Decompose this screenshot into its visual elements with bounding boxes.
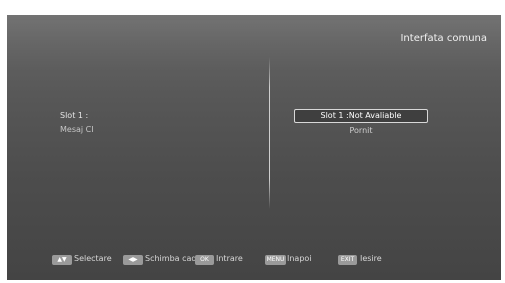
right-arrow-icon: ▶ — [133, 256, 138, 263]
slot-label: Slot 1 : — [60, 111, 89, 120]
exit-key: EXIT — [338, 255, 357, 265]
enter-label: Intrare — [216, 254, 243, 263]
select-label: Selectare — [74, 254, 112, 263]
leftright-key-icon: ◀▶ — [123, 255, 143, 265]
switch-frame-label: Schimba cadru — [145, 254, 195, 263]
ci-menu-screen: Interfata comuna Slot 1 : Mesaj CI Slot … — [7, 15, 501, 280]
exit-label: Iesire — [360, 254, 382, 263]
updown-key-icon: ▲▼ — [52, 255, 72, 265]
page-title: Interfata comuna — [400, 33, 487, 44]
message-status-value[interactable]: Pornit — [294, 126, 428, 135]
down-arrow-icon: ▼ — [62, 256, 67, 263]
message-label: Mesaj CI — [60, 125, 94, 134]
column-divider — [269, 57, 270, 209]
ok-key: OK — [195, 255, 214, 265]
back-label: Inapoi — [287, 254, 312, 263]
menu-key: MENU — [265, 255, 286, 265]
slot-status-field[interactable]: Slot 1 :Not Avaliable — [294, 109, 428, 123]
footer-help-bar: ▲▼ Selectare ◀▶ Schimba cadru OK Intrare… — [7, 253, 501, 267]
